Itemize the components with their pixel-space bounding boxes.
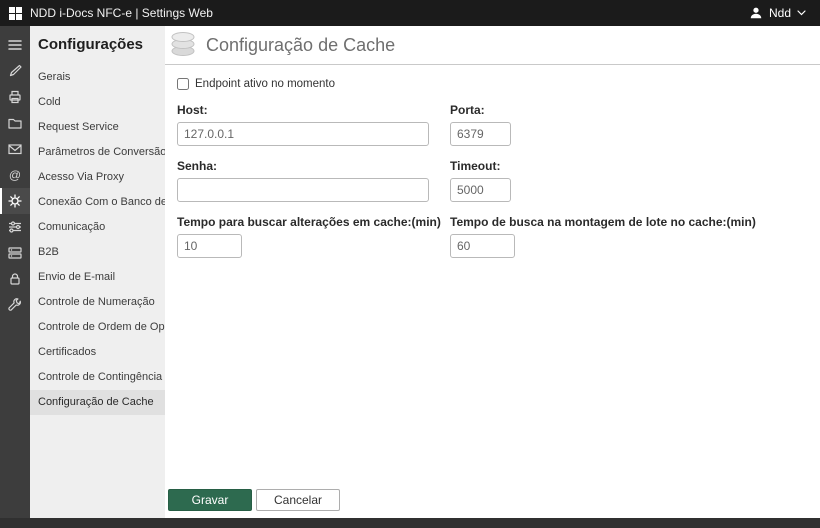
sidebar-item-certificados[interactable]: Certificados: [30, 340, 165, 365]
footer-bar: [0, 518, 820, 528]
porta-label: Porta:: [450, 103, 485, 117]
sidebar-item-comunicacao[interactable]: Comunicação: [30, 215, 165, 240]
cancel-button[interactable]: Cancelar: [256, 489, 340, 511]
sidebar-item-controle-numeracao[interactable]: Controle de Numeração: [30, 290, 165, 315]
menu-icon[interactable]: [0, 32, 30, 58]
user-menu[interactable]: Ndd: [735, 0, 820, 26]
chevron-down-icon: [797, 10, 806, 16]
page-title: Configuração de Cache: [206, 34, 396, 55]
sidebar-item-cold[interactable]: Cold: [30, 90, 165, 115]
sidebar-item-envio-email[interactable]: Envio de E-mail: [30, 265, 165, 290]
senha-label: Senha:: [177, 159, 218, 173]
sidebar-item-acesso-via-proxy[interactable]: Acesso Via Proxy: [30, 165, 165, 190]
sidebar-item-configuracao-cache[interactable]: Configuração de Cache: [30, 390, 165, 415]
senha-input[interactable]: [177, 178, 429, 202]
settings-sidebar: Configurações Gerais Cold Request Servic…: [30, 26, 165, 518]
sidebar-item-request-service[interactable]: Request Service: [30, 115, 165, 140]
titlebar: NDD i-Docs NFC-e | Settings Web Ndd: [0, 0, 820, 26]
sidebar-item-parametros-conversao[interactable]: Parâmetros de Conversão: [30, 140, 165, 165]
endpoint-active-label: Endpoint ativo no momento: [195, 78, 336, 90]
main-content: Configuração de Cache Endpoint ativo no …: [165, 26, 820, 518]
sidebar-item-controle-contingencia[interactable]: Controle de Contingência: [30, 365, 165, 390]
lock-icon[interactable]: [0, 266, 30, 292]
at-sign-icon[interactable]: @: [0, 162, 30, 188]
sidebar-item-gerais[interactable]: Gerais: [30, 65, 165, 90]
porta-input[interactable]: [450, 122, 511, 146]
tempo-buscar-alteracoes-input[interactable]: [177, 234, 242, 258]
timeout-input[interactable]: [450, 178, 511, 202]
svg-text:@: @: [9, 168, 21, 182]
mail-icon[interactable]: [0, 136, 30, 162]
tempo-busca-lote-label: Tempo de busca na montagem de lote no ca…: [450, 215, 756, 229]
user-icon: [750, 7, 762, 19]
timeout-label: Timeout:: [450, 159, 501, 173]
host-input[interactable]: [177, 122, 429, 146]
user-name: Ndd: [768, 6, 791, 20]
brush-icon[interactable]: [0, 58, 30, 84]
icon-rail: @: [0, 26, 30, 518]
page-header: Configuração de Cache: [165, 26, 820, 65]
settings-gear-icon[interactable]: [0, 188, 30, 214]
tempo-buscar-alteracoes-label: Tempo para buscar alterações em cache:(m…: [177, 215, 441, 229]
printer-icon[interactable]: [0, 84, 30, 110]
server-icon[interactable]: [0, 240, 30, 266]
endpoint-active-checkbox[interactable]: [177, 78, 189, 90]
sidebar-item-controle-ordem-operacao[interactable]: Controle de Ordem de Operação: [30, 315, 165, 340]
tempo-busca-lote-input[interactable]: [450, 234, 515, 258]
windows-grid-icon: [0, 0, 30, 26]
sidebar-item-b2b[interactable]: B2B: [30, 240, 165, 265]
sidebar-heading: Configurações: [38, 36, 144, 53]
app-title: NDD i-Docs NFC-e | Settings Web: [30, 6, 213, 20]
sliders-icon[interactable]: [0, 214, 30, 240]
sidebar-item-conexao-banco-dados[interactable]: Conexão Com o Banco de Dados: [30, 190, 165, 215]
save-button[interactable]: Gravar: [168, 489, 252, 511]
database-icon: [171, 32, 195, 56]
folder-icon[interactable]: [0, 110, 30, 136]
host-label: Host:: [177, 103, 208, 117]
wrench-icon[interactable]: [0, 292, 30, 318]
